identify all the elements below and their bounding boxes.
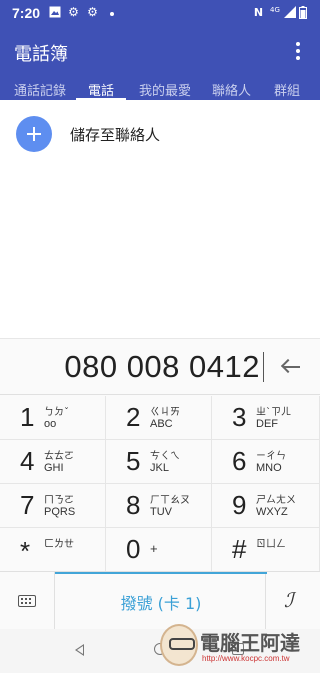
back-icon[interactable] [75, 644, 84, 656]
battery-icon [299, 6, 307, 19]
dial-key-star[interactable]: * ㄈㄌㄝ [0, 528, 106, 572]
dialed-number[interactable]: 080 008 0412 [64, 349, 260, 385]
gear-icon: ⚙ [87, 5, 98, 19]
app-bar: 電話簿 通話記錄 電話 我的最愛 聯絡人 群組 [0, 28, 320, 101]
tab-contacts[interactable]: 聯絡人 [212, 80, 251, 99]
gear-icon: ⚙ [68, 5, 79, 19]
save-to-contacts-row[interactable]: 儲存至聯絡人 [16, 116, 276, 152]
dial-key-hash[interactable]: # ㄖㄩㄥ [212, 528, 320, 572]
tab-favorites[interactable]: 我的最愛 [139, 80, 191, 99]
signal-icon [283, 6, 296, 19]
add-icon [16, 116, 52, 152]
watermark: 電腦王阿達 http://www.kocpc.com.tw [160, 624, 318, 670]
dial-key-1[interactable]: 1 ㄅㄉˇ oo [0, 396, 106, 440]
mascot-logo [160, 624, 198, 666]
tab-phone[interactable]: 電話 [88, 80, 114, 99]
status-time: 7:20 [12, 5, 41, 21]
dial-key-3[interactable]: 3 ㄓˋㄗㄦ DEF [212, 396, 320, 440]
handwriting-icon: ℐ [284, 588, 294, 612]
keyboard-icon [18, 595, 36, 607]
dial-key-9[interactable]: 9 ㄕㄙㄤㄨ WXYZ [212, 484, 320, 528]
handwriting-button[interactable]: ℐ [266, 572, 320, 630]
dial-key-4[interactable]: 4 ㄊㄊㄛ GHI [0, 440, 106, 484]
dial-key-0[interactable]: 0 + [106, 528, 212, 572]
watermark-url: http://www.kocpc.com.tw [202, 654, 290, 663]
tab-call-log[interactable]: 通話記錄 [14, 80, 66, 99]
call-button-accent [55, 572, 267, 574]
page-title: 電話簿 [14, 44, 68, 65]
notification-dot-icon [110, 12, 114, 16]
network-4g-icon: 4G [270, 6, 280, 14]
call-button[interactable]: 撥號 (卡 1) [54, 572, 267, 630]
tab-bar: 通話記錄 電話 我的最愛 聯絡人 群組 [0, 76, 320, 101]
action-row: 撥號 (卡 1) ℐ [0, 571, 320, 630]
call-button-label: 撥號 (卡 1) [120, 594, 202, 613]
status-bar: 7:20 ⚙ ⚙ N 4G [0, 0, 320, 28]
content-area: 儲存至聯絡人 [0, 100, 320, 338]
tab-groups[interactable]: 群組 [274, 80, 300, 99]
number-display-row: 080 008 0412 [0, 339, 320, 395]
more-options-icon[interactable] [294, 42, 302, 62]
save-to-contacts-label: 儲存至聯絡人 [70, 126, 161, 144]
dial-key-2[interactable]: 2 ㄍㄐㄞ ABC [106, 396, 212, 440]
dial-key-5[interactable]: 5 ㄘㄑㄟ JKL [106, 440, 212, 484]
image-icon [48, 6, 61, 19]
nfc-icon: N [253, 6, 264, 19]
watermark-text: 電腦王阿達 [200, 631, 300, 655]
dial-key-7[interactable]: 7 ㄇㄋㄛ PQRS [0, 484, 106, 528]
dial-key-6[interactable]: 6 ㄧㄔㄣ MNO [212, 440, 320, 484]
voicemail-icon: oo [44, 418, 57, 430]
dial-key-8[interactable]: 8 ㄏㄒㄠㄡ TUV [106, 484, 212, 528]
backspace-icon[interactable] [280, 357, 302, 377]
keyboard-button[interactable] [0, 572, 54, 630]
text-cursor [263, 352, 264, 382]
